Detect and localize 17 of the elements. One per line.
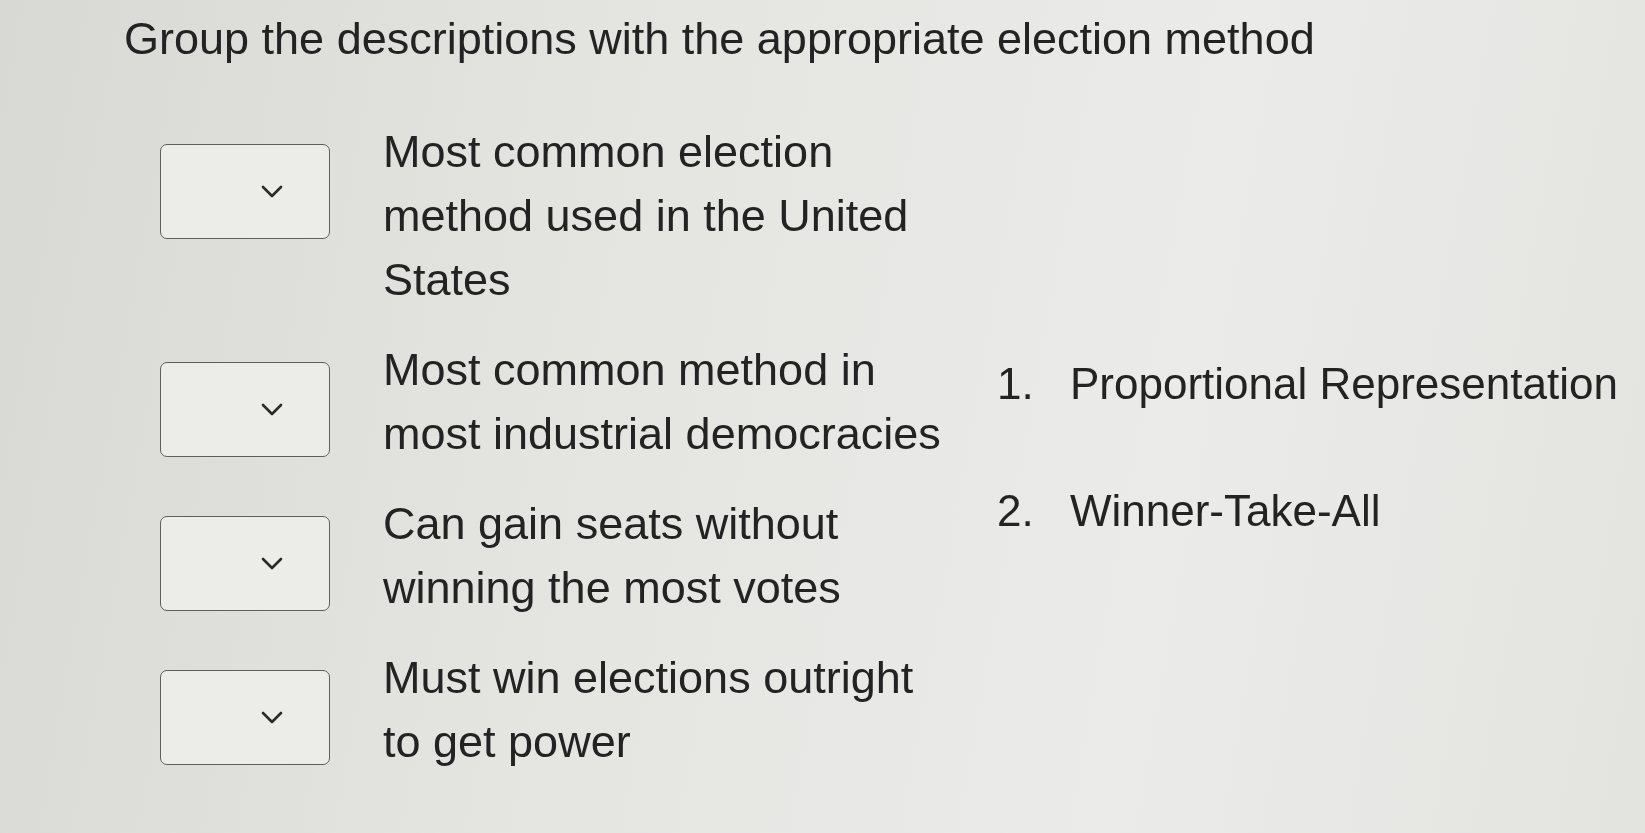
answer-dropdown[interactable] (160, 670, 330, 765)
option-label: Winner-Take-All (1070, 484, 1381, 537)
chevron-down-icon (261, 557, 283, 570)
description-text: Must win elections outright to get power (383, 651, 915, 769)
list-number: 2. (997, 484, 1035, 537)
answer-dropdown[interactable] (160, 144, 330, 239)
description-text: Can gain seats without winning the most votes (383, 497, 842, 615)
chevron-down-icon (261, 403, 283, 416)
option-label: Proportional Representation (1070, 357, 1618, 410)
question-title: Group the descriptions with the appropriate election method (124, 12, 1316, 66)
answer-dropdown[interactable] (160, 362, 330, 457)
description-text: Most common method in most industrial democracies (383, 343, 942, 461)
list-number: 1. (997, 357, 1035, 410)
chevron-down-icon (261, 711, 283, 724)
chevron-down-icon (261, 185, 283, 198)
description-text: Most common election method used in the United States (383, 125, 910, 307)
answer-dropdown[interactable] (160, 516, 330, 611)
